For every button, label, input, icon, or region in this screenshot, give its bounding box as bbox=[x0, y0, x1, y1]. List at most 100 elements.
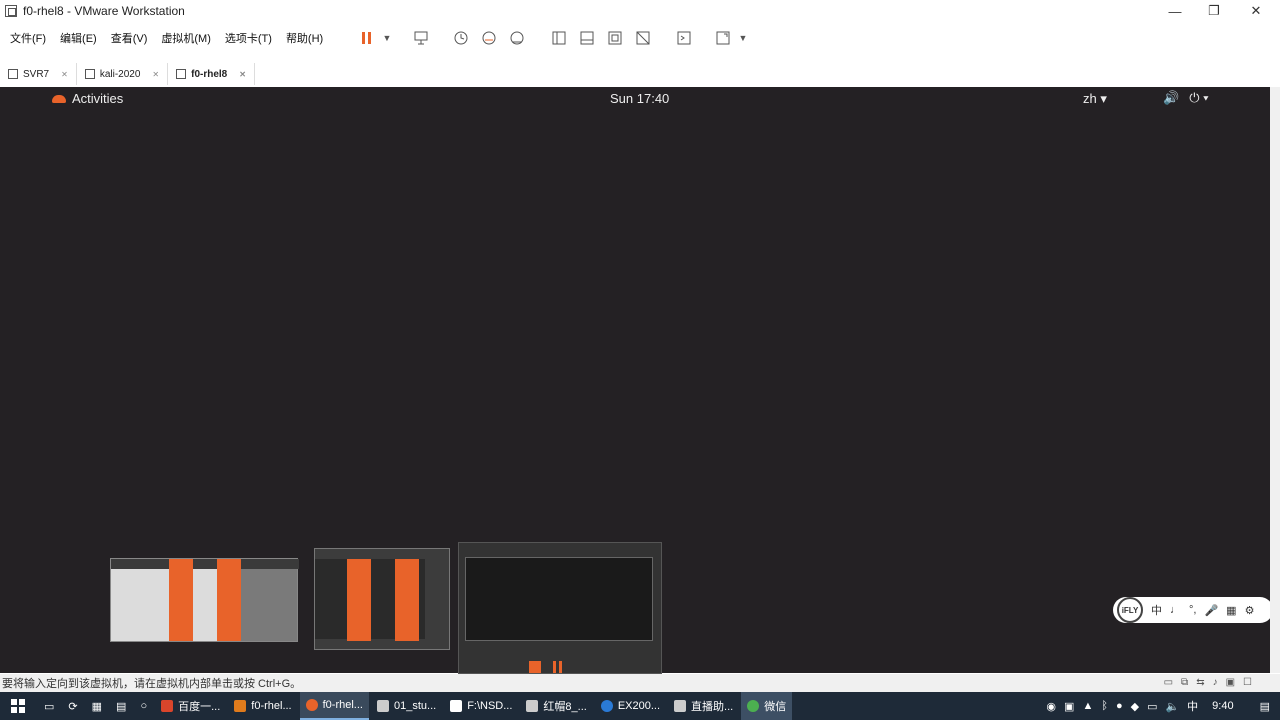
snapshot-manager-icon[interactable] bbox=[508, 28, 526, 48]
menu-view[interactable]: 查看(V) bbox=[105, 30, 154, 46]
thumbnail-bar-icon[interactable] bbox=[578, 28, 596, 48]
tab-f0-rhel8[interactable]: f0-rhel8 ✕ bbox=[168, 63, 255, 85]
taskbar-item-baidu[interactable]: 百度一... bbox=[155, 692, 226, 720]
taskbar-label: 01_stu... bbox=[393, 700, 437, 712]
tray-app-icon[interactable]: ◆ bbox=[1131, 700, 1139, 713]
network-tray-icon[interactable]: ▭ bbox=[1147, 700, 1157, 713]
pause-icon[interactable] bbox=[358, 28, 376, 48]
ifly-logo[interactable]: iFLY bbox=[1117, 597, 1143, 623]
taskbar-label: 红帽8_... bbox=[543, 701, 587, 713]
stretch-view-icon[interactable] bbox=[714, 28, 732, 48]
windows-start-icon[interactable] bbox=[0, 692, 36, 720]
tab-svr7[interactable]: SVR7 ✕ bbox=[0, 63, 77, 85]
notifications-icon[interactable]: ▤ bbox=[1260, 700, 1270, 713]
menu-file[interactable]: 文件(F) bbox=[4, 30, 52, 46]
full-screen-icon[interactable] bbox=[606, 28, 624, 48]
edge-icon bbox=[600, 700, 613, 712]
taskbar-item-wechat[interactable]: 微信 bbox=[741, 692, 793, 720]
calculator-app-icon[interactable]: ▦ bbox=[86, 692, 108, 720]
menu-edit[interactable]: 编辑(E) bbox=[54, 30, 103, 46]
system-menu[interactable]: 🔊 ⏻ ▾ bbox=[1163, 90, 1209, 106]
taskbar-item-live-assistant[interactable]: 直播助... bbox=[668, 692, 739, 720]
gnome-top-bar: Activities Sun 17:40 zh ▾ 🔊 ⏻ ▾ bbox=[0, 87, 1270, 111]
wechat-icon bbox=[747, 700, 760, 712]
sound-card-icon[interactable]: ♪ bbox=[1213, 677, 1218, 688]
close-tab-icon[interactable]: ✕ bbox=[152, 70, 159, 79]
ime-symbol-icon[interactable]: °, bbox=[1189, 604, 1196, 616]
send-ctrl-alt-del-icon[interactable] bbox=[412, 28, 430, 48]
pause-dropdown-icon[interactable]: ▼ bbox=[378, 28, 396, 48]
minimize-icon[interactable]: — bbox=[1155, 0, 1195, 22]
clock[interactable]: Sun 17:40 bbox=[610, 91, 669, 106]
revert-snapshot-icon[interactable] bbox=[480, 28, 498, 48]
activities-button[interactable]: Activities bbox=[52, 91, 123, 106]
document-icon bbox=[376, 700, 389, 712]
maximize-icon[interactable]: ❐ bbox=[1194, 0, 1234, 22]
vm-tab-strip: SVR7 ✕ kali-2020 ✕ f0-rhel8 ✕ bbox=[0, 62, 1280, 86]
system-tray: ◉ ▣ ▲ ᛒ ● ◆ ▭ 🔈 中 9:40 ▤ bbox=[1046, 692, 1280, 720]
ime-punctuation-icon[interactable]: ♩ bbox=[1170, 604, 1181, 616]
tool-app-icon[interactable]: ▤ bbox=[110, 692, 132, 720]
close-tab-icon[interactable]: ✕ bbox=[61, 70, 68, 79]
tab-kali-2020[interactable]: kali-2020 ✕ bbox=[77, 63, 169, 85]
task-view-icon[interactable]: ▭ bbox=[38, 692, 60, 720]
microphone-icon[interactable]: 🎤 bbox=[1204, 604, 1218, 617]
volume-icon: 🔊 bbox=[1163, 90, 1180, 105]
show-library-icon[interactable] bbox=[550, 28, 568, 48]
taskbar-item-f0-rhel-1[interactable]: f0-rhel... bbox=[228, 692, 297, 720]
taskbar-clock[interactable]: 9:40 bbox=[1212, 700, 1233, 712]
snapshot-icon[interactable] bbox=[452, 28, 470, 48]
tray-app-icon[interactable]: ◉ bbox=[1046, 700, 1056, 713]
usb-icon[interactable]: ⇆ bbox=[1196, 677, 1204, 688]
taskbar-item-f0-rhel-2[interactable]: f0-rhel... bbox=[299, 692, 369, 720]
volume-tray-icon[interactable]: 🔈 bbox=[1165, 700, 1179, 713]
taskbar-label: f0-rhel... bbox=[251, 700, 292, 712]
vm-icon bbox=[8, 69, 18, 79]
settings-icon[interactable]: ⚙ bbox=[1245, 604, 1255, 617]
taskbar-label: 直播助... bbox=[691, 701, 734, 713]
app-icon bbox=[674, 700, 687, 712]
hard-disk-icon[interactable]: ▭ bbox=[1164, 677, 1173, 688]
tray-app-icon[interactable]: ▣ bbox=[1064, 700, 1074, 713]
status-hint: 要将输入定向到该虚拟机，请在虚拟机内部单击或按 Ctrl+G。 bbox=[2, 678, 302, 690]
stretch-dropdown-icon[interactable]: ▼ bbox=[734, 28, 752, 48]
bluetooth-icon[interactable]: ᛒ bbox=[1101, 700, 1108, 712]
window-thumbnail[interactable] bbox=[110, 558, 299, 642]
tray-app-icon[interactable]: ● bbox=[1116, 700, 1123, 712]
device-status-icons: ▭ ⧉ ⇆ ♪ ▣ ☐ bbox=[1164, 677, 1252, 688]
menu-tabs[interactable]: 选项卡(T) bbox=[219, 30, 278, 46]
vertical-scrollbar[interactable] bbox=[1270, 87, 1280, 673]
refresh-app-icon[interactable]: ⟳ bbox=[62, 692, 83, 720]
ime-mode-indicator[interactable]: 中 bbox=[1151, 602, 1162, 618]
taskbar-label: f0-rhel... bbox=[322, 699, 363, 711]
browser-app-icon[interactable]: ○ bbox=[134, 692, 153, 720]
taskbar-item-ex200[interactable]: EX200... bbox=[595, 692, 666, 720]
vm-display[interactable]: Activities Sun 17:40 zh ▾ 🔊 ⏻ ▾ iFLY 中 ♩… bbox=[0, 87, 1273, 674]
document-icon bbox=[526, 700, 539, 712]
redhat-icon bbox=[52, 94, 66, 103]
tray-app-icon[interactable]: ▲ bbox=[1082, 700, 1093, 712]
unity-mode-icon[interactable] bbox=[634, 28, 652, 48]
ifly-ime-bar[interactable]: iFLY 中 ♩ °, 🎤 ▦ ⚙ bbox=[1113, 597, 1273, 623]
close-tab-icon[interactable]: ✕ bbox=[239, 70, 246, 79]
baidu-icon bbox=[161, 700, 174, 712]
display-icon[interactable]: ▣ bbox=[1226, 677, 1235, 688]
activities-label: Activities bbox=[72, 91, 124, 106]
window-thumbnail[interactable] bbox=[314, 548, 450, 650]
vmware-app-icon bbox=[5, 5, 17, 17]
taskbar-label: EX200... bbox=[617, 700, 661, 712]
menu-help[interactable]: 帮助(H) bbox=[280, 30, 329, 46]
taskbar-item-redhat8[interactable]: 红帽8_... bbox=[520, 692, 592, 720]
network-icon[interactable]: ⧉ bbox=[1181, 677, 1188, 688]
message-log-icon[interactable]: ☐ bbox=[1243, 677, 1252, 688]
close-icon[interactable]: ✕ bbox=[1236, 0, 1276, 22]
input-language-menu[interactable]: zh ▾ bbox=[1083, 91, 1107, 107]
ime-tray-icon[interactable]: 中 bbox=[1187, 698, 1198, 714]
menu-vm[interactable]: 虚拟机(M) bbox=[155, 30, 217, 46]
ime-toolbox-icon[interactable]: ▦ bbox=[1226, 604, 1236, 617]
window-thumbnail[interactable] bbox=[458, 542, 662, 674]
tab-label: f0-rhel8 bbox=[191, 68, 228, 80]
taskbar-item-nsd-folder[interactable]: F:\NSD... bbox=[444, 692, 518, 720]
taskbar-item-01-stu[interactable]: 01_stu... bbox=[371, 692, 442, 720]
console-view-icon[interactable] bbox=[675, 28, 693, 48]
